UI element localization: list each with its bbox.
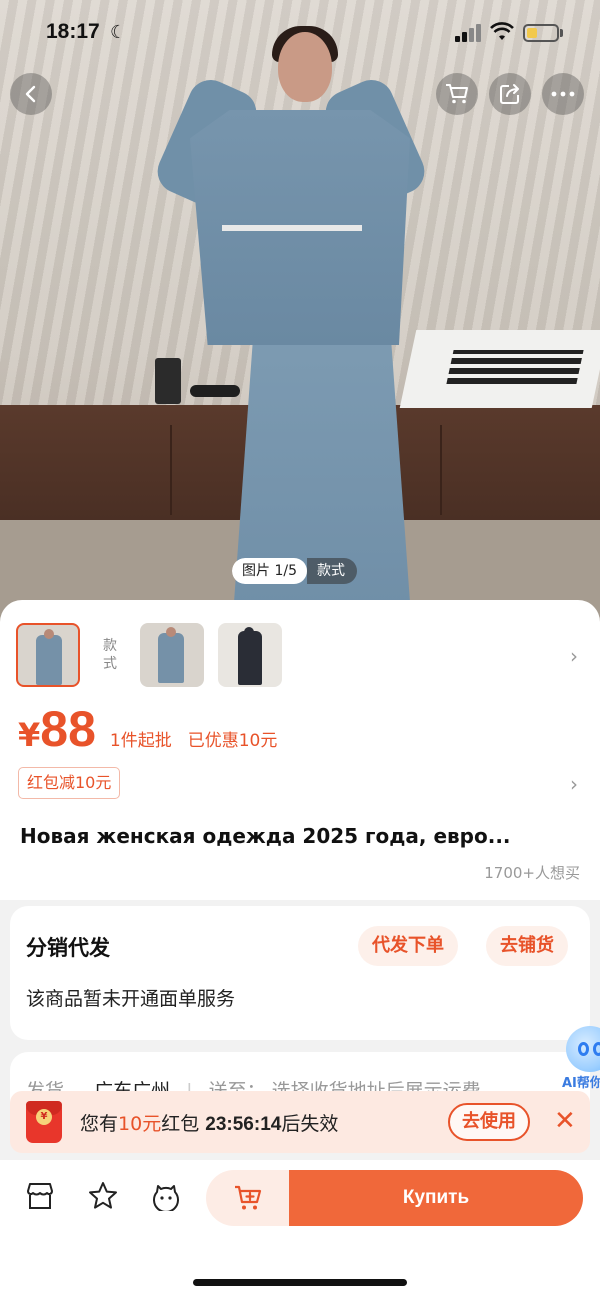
red-packet-banner: ¥ 您有10元红包 23:56:14后失效 去使用 ✕: [10, 1091, 590, 1153]
chevron-right-icon[interactable]: ›: [570, 644, 578, 668]
store-icon: [27, 1183, 53, 1209]
product-title: Новая женская одежда 2025 года, евро...: [20, 824, 511, 848]
list-to-store-button[interactable]: 去铺货: [486, 926, 568, 966]
red-packet-icon: ¥: [26, 1101, 62, 1143]
cabinet-divider: [170, 425, 172, 515]
variant-thumbnails: 款式: [16, 622, 282, 688]
dropship-order-button[interactable]: 代发下单: [358, 926, 458, 966]
distribution-card: 分销代发 代发下单 去铺货 该商品暂未开通面单服务: [10, 906, 590, 1040]
rp-expiry: 后失效: [281, 1113, 339, 1135]
background-box-print: [446, 350, 584, 384]
more-icon: [551, 91, 575, 97]
more-button[interactable]: [542, 73, 584, 115]
image-counter-label[interactable]: 图片 1/5: [232, 558, 307, 584]
distribution-title: 分销代发: [26, 936, 110, 960]
rp-countdown: 23:56:14: [205, 1114, 282, 1135]
rp-amount: 10元: [118, 1113, 162, 1135]
battery-tip: [560, 29, 563, 37]
image-counter[interactable]: 图片 1/5 款式: [232, 558, 357, 584]
share-button[interactable]: [489, 73, 531, 115]
wants-count: 1700+人想买: [484, 864, 580, 882]
cabinet-divider: [440, 425, 442, 515]
star-icon: [89, 1182, 117, 1209]
status-time: 18:17: [46, 20, 100, 43]
chevron-right-icon[interactable]: ›: [570, 772, 578, 796]
coupon-tag[interactable]: 红包减10元: [18, 767, 121, 799]
chat-face-icon: [153, 1185, 179, 1211]
rp-suffix: 红包: [161, 1113, 200, 1135]
battery-icon: [523, 24, 559, 42]
favorite-button[interactable]: [87, 1180, 119, 1212]
home-indicator: [193, 1279, 407, 1286]
variant-thumbnail[interactable]: [140, 623, 204, 687]
style-label-text: 款式: [103, 638, 117, 672]
customer-service-button[interactable]: [150, 1180, 182, 1212]
store-button[interactable]: [24, 1180, 56, 1212]
product-info-card: 款式 › ¥ 88 1件起批 已优惠10元 红包减10元 › Новая жен…: [0, 600, 600, 900]
style-tab[interactable]: 款式: [306, 558, 357, 584]
add-cart-icon: [235, 1185, 262, 1210]
background-speaker: [155, 358, 181, 404]
cellular-signal-icon: [455, 24, 481, 42]
bottom-action-bar: Купить: [0, 1160, 600, 1297]
use-red-packet-button[interactable]: 去使用: [448, 1103, 530, 1141]
share-icon: [500, 84, 519, 104]
min-order: 1件起批: [109, 731, 172, 751]
discount-applied: 已优惠10元: [187, 731, 278, 751]
style-label[interactable]: 款式: [80, 637, 140, 673]
distribution-description: 该商品暂未开通面单服务: [26, 988, 236, 1010]
variant-thumbnail[interactable]: [16, 623, 80, 687]
background-object: [190, 385, 240, 397]
model-skirt: [232, 330, 412, 630]
status-bar: 18:17 ☾: [0, 0, 600, 66]
cart-button[interactable]: [436, 73, 478, 115]
wifi-icon: [490, 22, 514, 42]
red-packet-text: 您有10元红包 23:56:14后失效: [80, 1109, 338, 1136]
chevron-left-icon: [25, 85, 36, 103]
price-row: ¥ 88 1件起批 已优惠10元: [18, 700, 293, 758]
buy-button[interactable]: Купить: [289, 1170, 583, 1226]
ai-assistant-icon: [566, 1026, 600, 1072]
add-to-cart-button[interactable]: [206, 1170, 292, 1226]
model-waist-tie: [222, 225, 362, 231]
variant-thumbnail[interactable]: [218, 623, 282, 687]
price-amount: 88: [40, 701, 96, 757]
rp-prefix: 您有: [80, 1113, 119, 1135]
ai-helper-button[interactable]: AI帮你: [562, 1026, 600, 1096]
do-not-disturb-icon: ☾: [110, 22, 127, 43]
cart-icon: [446, 84, 468, 104]
ai-helper-label: AI帮你: [562, 1076, 600, 1091]
price-currency: ¥: [18, 716, 41, 754]
back-button[interactable]: [10, 73, 52, 115]
close-icon[interactable]: ✕: [554, 1105, 576, 1137]
